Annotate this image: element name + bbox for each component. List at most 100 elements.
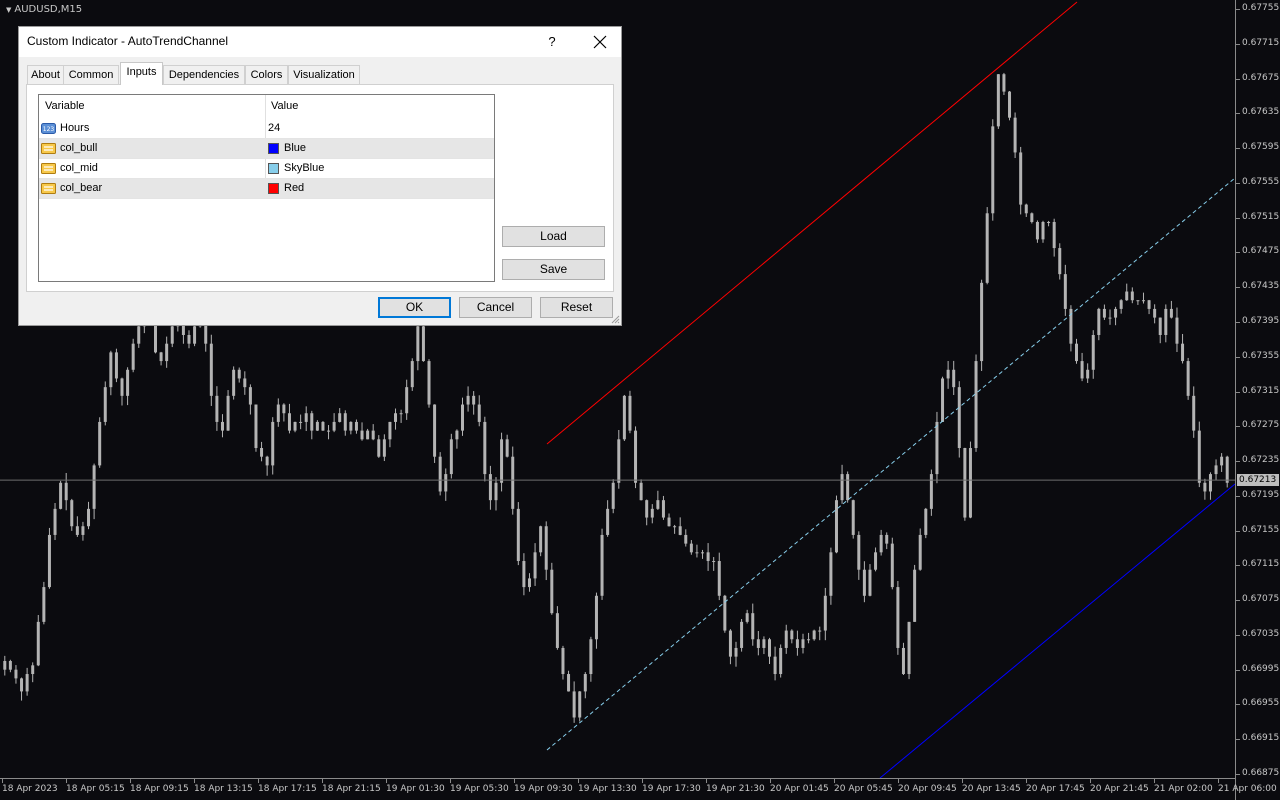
- candle-body: [594, 595, 598, 640]
- candle-body: [92, 465, 96, 509]
- variable-value[interactable]: Red: [284, 182, 304, 194]
- price-tick: [1236, 217, 1240, 219]
- time-label: 19 Apr 13:30: [578, 784, 637, 794]
- price-axis[interactable]: 0.67755 0.67715 0.67675 0.67635 0.67595 0.675…: [1235, 0, 1280, 800]
- color-swatch: [268, 163, 279, 174]
- candle-body: [695, 552, 699, 554]
- dialog-titlebar[interactable]: Custom Indicator - AutoTrendChannel ?: [19, 27, 621, 57]
- candle-body: [416, 326, 420, 362]
- tab-inputs[interactable]: Inputs: [120, 62, 163, 85]
- load-button[interactable]: Load: [502, 226, 605, 247]
- price-label: 0.67235: [1242, 455, 1280, 466]
- candle-body: [952, 369, 956, 388]
- ok-button[interactable]: OK: [378, 297, 451, 318]
- candle-body: [996, 74, 1000, 127]
- candle-body: [1108, 317, 1112, 319]
- tab-visualization[interactable]: Visualization: [288, 65, 360, 84]
- tab-common[interactable]: Common: [63, 65, 119, 84]
- table-row-col-bull[interactable]: col_bull Blue: [39, 139, 494, 159]
- candle-body: [1102, 308, 1106, 318]
- price-label: 0.67395: [1242, 315, 1280, 326]
- candle-body: [807, 639, 811, 641]
- resize-grip-icon[interactable]: [610, 314, 620, 324]
- candle-body: [382, 439, 386, 457]
- tab-dependencies[interactable]: Dependencies: [163, 65, 245, 84]
- price-label: 0.67755: [1242, 3, 1280, 13]
- candle-body: [801, 639, 805, 648]
- candle-body: [1192, 395, 1196, 431]
- table-row-col-mid[interactable]: col_mid SkyBlue: [39, 159, 494, 179]
- candle-body: [762, 639, 766, 648]
- time-tick: [706, 779, 707, 783]
- help-button[interactable]: ?: [541, 32, 563, 52]
- symbol-menu-triangle-icon[interactable]: ▼: [6, 6, 11, 14]
- cancel-button[interactable]: Cancel: [459, 297, 532, 318]
- candle-body: [650, 508, 654, 518]
- upper-channel-line[interactable]: [546, 1, 1078, 445]
- candle-body: [98, 421, 102, 466]
- candle-body: [918, 534, 922, 570]
- tab-colors[interactable]: Colors: [245, 65, 288, 84]
- candle-body: [689, 543, 693, 553]
- candle-body: [516, 508, 520, 562]
- time-tick: [2, 779, 3, 783]
- candle-body: [717, 561, 721, 596]
- candle-body: [271, 421, 275, 466]
- time-tick: [642, 779, 643, 783]
- candle-body: [963, 448, 967, 518]
- table-row-col-bear[interactable]: col_bear Red: [39, 179, 494, 199]
- candle-body: [706, 552, 710, 562]
- lower-channel-line[interactable]: [879, 483, 1235, 778]
- candle-body: [539, 526, 543, 553]
- candle-body: [874, 552, 878, 570]
- time-label: 18 Apr 13:15: [194, 784, 253, 794]
- candle-body: [606, 508, 610, 535]
- reset-button[interactable]: Reset: [540, 297, 613, 318]
- candle-body: [1164, 308, 1168, 335]
- candle-body: [661, 500, 665, 518]
- close-button[interactable]: [587, 29, 613, 55]
- candle-body: [1030, 213, 1034, 222]
- tab-about[interactable]: About: [27, 65, 64, 84]
- candle-body: [1197, 430, 1201, 483]
- price-label: 0.66955: [1242, 698, 1280, 709]
- variable-name: col_mid: [60, 162, 98, 174]
- variable-value[interactable]: SkyBlue: [284, 162, 324, 174]
- time-label: 21 Apr 06:00: [1218, 784, 1277, 794]
- candle-body: [500, 439, 504, 483]
- candle-body: [488, 474, 492, 501]
- save-button[interactable]: Save: [502, 259, 605, 280]
- mid-channel-line[interactable]: [546, 177, 1235, 751]
- candle-body: [494, 482, 498, 501]
- candle-body: [1058, 248, 1062, 275]
- candle-body: [896, 587, 900, 648]
- price-tick: [1236, 704, 1240, 706]
- price-label: 0.67155: [1242, 524, 1280, 535]
- candle-body: [712, 561, 716, 563]
- candle-body: [226, 395, 230, 431]
- candle-body: [109, 352, 113, 388]
- price-label: 0.67355: [1242, 350, 1280, 361]
- column-header-variable[interactable]: Variable: [45, 95, 85, 117]
- candle-body: [477, 404, 481, 422]
- candle-body: [47, 534, 51, 588]
- table-row-hours[interactable]: 123 Hours 24: [39, 119, 494, 139]
- time-label: 18 Apr 21:15: [322, 784, 381, 794]
- candle-body: [126, 369, 130, 396]
- candle-body: [25, 674, 29, 692]
- price-tick: [1236, 565, 1240, 567]
- variable-value[interactable]: Blue: [284, 142, 306, 154]
- time-label: 18 Apr 2023: [2, 784, 58, 794]
- candle-body: [1047, 221, 1051, 223]
- candle-body: [840, 474, 844, 501]
- candle-body: [53, 508, 57, 535]
- candle-body: [555, 613, 559, 648]
- candle-body: [634, 430, 638, 483]
- variable-value[interactable]: 24: [268, 122, 280, 134]
- time-label: 21 Apr 02:00: [1154, 784, 1213, 794]
- column-header-value[interactable]: Value: [271, 95, 298, 117]
- time-axis[interactable]: 18 Apr 2023 18 Apr 05:15 18 Apr 09:15 18 Ap…: [0, 778, 1277, 800]
- candle-body: [461, 404, 464, 431]
- time-tick: [1090, 779, 1091, 783]
- time-label: 19 Apr 05:30: [450, 784, 509, 794]
